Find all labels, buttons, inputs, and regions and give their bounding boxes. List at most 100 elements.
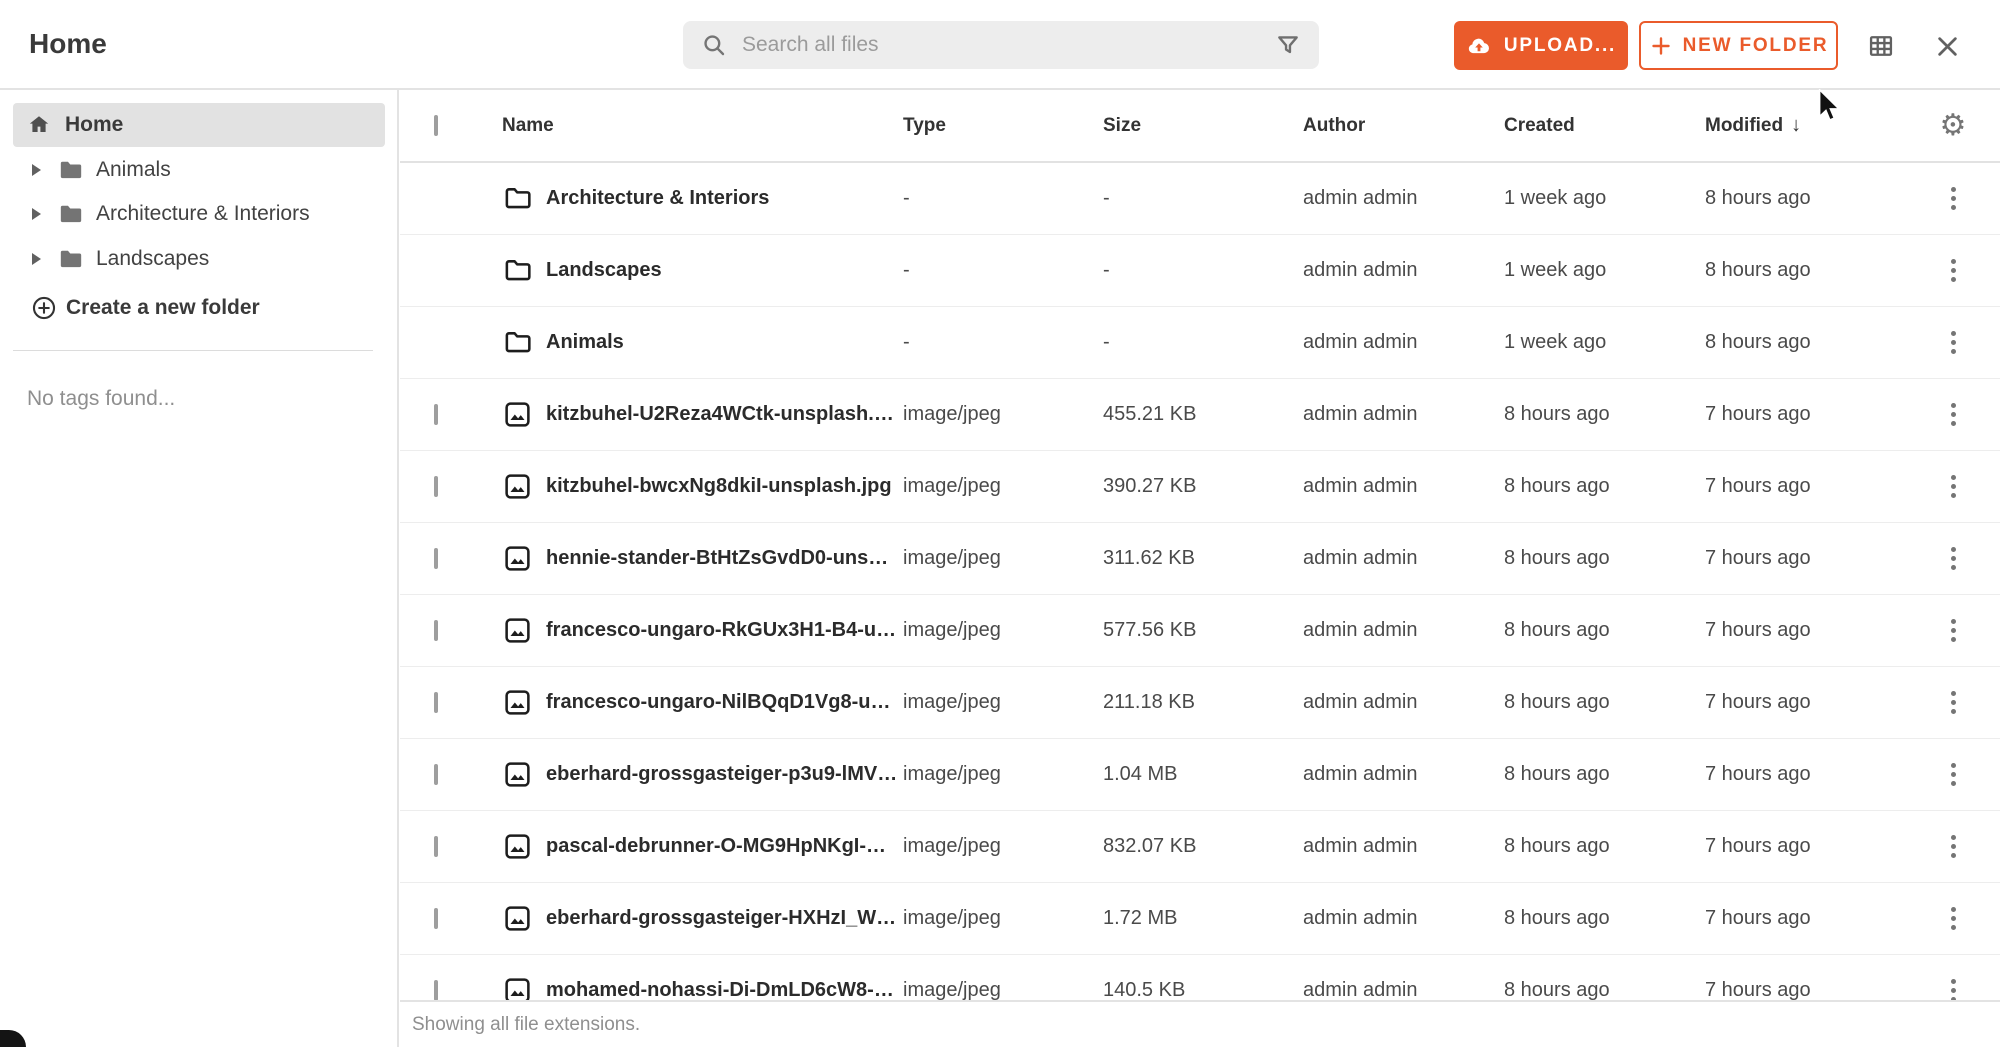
row-menu-icon[interactable] xyxy=(1945,901,1962,936)
row-menu-icon[interactable] xyxy=(1945,757,1962,792)
row-menu-icon[interactable] xyxy=(1945,397,1962,432)
cell-type: image/jpeg xyxy=(903,619,1103,642)
search-icon xyxy=(701,32,727,58)
column-header-created[interactable]: Created xyxy=(1504,115,1705,137)
chevron-right-icon[interactable] xyxy=(32,164,41,176)
cell-type: image/jpeg xyxy=(903,403,1103,426)
table-row[interactable]: Architecture & Interiors - - admin admin… xyxy=(400,163,2000,235)
select-all-checkbox[interactable] xyxy=(434,115,438,136)
row-menu-icon[interactable] xyxy=(1945,541,1962,576)
search-input[interactable]: Search all files xyxy=(683,21,1319,69)
table-row[interactable]: francesco-ungaro-RkGUx3H1-B4-u… image/jp… xyxy=(400,595,2000,667)
upload-button[interactable]: UPLOAD... xyxy=(1454,21,1628,70)
chevron-right-icon[interactable] xyxy=(32,208,41,220)
row-checkbox[interactable] xyxy=(434,980,438,1001)
file-name-link[interactable]: Architecture & Interiors xyxy=(546,187,769,210)
file-name-link[interactable]: Animals xyxy=(546,331,624,354)
image-file-icon xyxy=(503,616,532,645)
row-checkbox[interactable] xyxy=(434,476,438,497)
cell-type: image/jpeg xyxy=(903,835,1103,858)
column-header-size[interactable]: Size xyxy=(1103,115,1303,137)
table-row[interactable]: Landscapes - - admin admin 1 week ago 8 … xyxy=(400,235,2000,307)
table-row[interactable]: eberhard-grossgasteiger-p3u9-lMV… image/… xyxy=(400,739,2000,811)
file-name-link[interactable]: francesco-ungaro-RkGUx3H1-B4-u… xyxy=(546,619,896,642)
sidebar-folder-landscapes[interactable]: Landscapes xyxy=(13,236,385,281)
image-file-icon xyxy=(503,832,532,861)
cell-author: admin admin xyxy=(1303,907,1504,930)
settings-icon[interactable]: ⚙ xyxy=(1940,111,1967,141)
filter-icon[interactable] xyxy=(1275,32,1301,58)
row-menu-icon[interactable] xyxy=(1945,181,1962,216)
cell-created: 8 hours ago xyxy=(1504,907,1705,930)
row-menu-icon[interactable] xyxy=(1945,613,1962,648)
column-header-name[interactable]: Name xyxy=(502,115,903,137)
row-menu-icon[interactable] xyxy=(1945,469,1962,504)
folder-icon xyxy=(503,256,532,285)
cell-author: admin admin xyxy=(1303,331,1504,354)
row-checkbox[interactable] xyxy=(434,404,438,425)
row-checkbox[interactable] xyxy=(434,548,438,569)
cell-created: 1 week ago xyxy=(1504,259,1705,282)
row-menu-icon[interactable] xyxy=(1945,685,1962,720)
row-menu-icon[interactable] xyxy=(1945,325,1962,360)
create-new-folder-label: Create a new folder xyxy=(66,296,260,320)
grid-view-button[interactable] xyxy=(1866,31,1896,61)
row-checkbox[interactable] xyxy=(434,836,438,857)
cell-author: admin admin xyxy=(1303,619,1504,642)
create-new-folder-button[interactable]: Create a new folder xyxy=(13,286,385,330)
cell-modified: 7 hours ago xyxy=(1705,403,1906,426)
column-header-name-label: Name xyxy=(502,115,554,137)
new-folder-button[interactable]: NEW FOLDER xyxy=(1639,21,1838,70)
image-file-icon xyxy=(503,688,532,717)
table-row[interactable]: kitzbuhel-U2Reza4WCtk-unsplash.… image/j… xyxy=(400,379,2000,451)
column-header-modified[interactable]: Modified↓ xyxy=(1705,114,1906,137)
cell-modified: 7 hours ago xyxy=(1705,763,1906,786)
file-name-link[interactable]: eberhard-grossgasteiger-HXHzI_W… xyxy=(546,907,896,930)
plus-icon xyxy=(1649,34,1673,58)
row-checkbox[interactable] xyxy=(434,692,438,713)
file-name-link[interactable]: mohamed-nohassi-Di-DmLD6cW8-… xyxy=(546,979,894,1002)
image-file-icon xyxy=(503,472,532,501)
table-row[interactable]: kitzbuhel-bwcxNg8dkiI-unsplash.jpg image… xyxy=(400,451,2000,523)
sidebar-folder-animals[interactable]: Animals xyxy=(13,147,385,192)
file-name-link[interactable]: kitzbuhel-bwcxNg8dkiI-unsplash.jpg xyxy=(546,475,892,498)
row-checkbox[interactable] xyxy=(434,620,438,641)
cell-created: 8 hours ago xyxy=(1504,475,1705,498)
sidebar-folder-label: Architecture & Interiors xyxy=(96,202,310,226)
sidebar-item-home[interactable]: Home xyxy=(13,103,385,147)
table-row[interactable]: hennie-stander-BtHtZsGvdD0-uns… image/jp… xyxy=(400,523,2000,595)
column-header-type[interactable]: Type xyxy=(903,115,1103,137)
row-checkbox[interactable] xyxy=(434,908,438,929)
no-tags-message: No tags found... xyxy=(27,387,175,411)
cell-type: image/jpeg xyxy=(903,691,1103,714)
table-row[interactable]: Animals - - admin admin 1 week ago 8 hou… xyxy=(400,307,2000,379)
cell-modified: 8 hours ago xyxy=(1705,259,1906,282)
row-menu-icon[interactable] xyxy=(1945,253,1962,288)
cell-created: 8 hours ago xyxy=(1504,547,1705,570)
cell-author: admin admin xyxy=(1303,403,1504,426)
image-file-icon xyxy=(503,760,532,789)
close-icon[interactable] xyxy=(1932,31,1962,61)
file-name-link[interactable]: kitzbuhel-U2Reza4WCtk-unsplash.… xyxy=(546,403,894,426)
file-name-link[interactable]: Landscapes xyxy=(546,259,662,282)
row-checkbox[interactable] xyxy=(434,764,438,785)
table-row[interactable]: francesco-ungaro-NilBQqD1Vg8-u… image/jp… xyxy=(400,667,2000,739)
new-folder-button-label: NEW FOLDER xyxy=(1683,35,1829,57)
sidebar-folder-architecture[interactable]: Architecture & Interiors xyxy=(13,191,385,236)
cell-size: 1.72 MB xyxy=(1103,907,1303,930)
row-menu-icon[interactable] xyxy=(1945,829,1962,864)
cell-created: 8 hours ago xyxy=(1504,619,1705,642)
cell-size: - xyxy=(1103,187,1303,210)
footer-status: Showing all file extensions. xyxy=(412,1014,640,1036)
column-header-author[interactable]: Author xyxy=(1303,115,1504,137)
search-placeholder: Search all files xyxy=(742,33,1275,57)
chevron-right-icon[interactable] xyxy=(32,253,41,265)
file-name-link[interactable]: eberhard-grossgasteiger-p3u9-lMV… xyxy=(546,763,897,786)
file-name-link[interactable]: hennie-stander-BtHtZsGvdD0-uns… xyxy=(546,547,888,570)
file-name-link[interactable]: pascal-debrunner-O-MG9HpNKgI-… xyxy=(546,835,886,858)
sidebar-folder-label: Animals xyxy=(96,158,171,182)
table-row[interactable]: pascal-debrunner-O-MG9HpNKgI-… image/jpe… xyxy=(400,811,2000,883)
file-name-link[interactable]: francesco-ungaro-NilBQqD1Vg8-u… xyxy=(546,691,890,714)
table-row[interactable]: eberhard-grossgasteiger-HXHzI_W… image/j… xyxy=(400,883,2000,955)
cell-size: 1.04 MB xyxy=(1103,763,1303,786)
